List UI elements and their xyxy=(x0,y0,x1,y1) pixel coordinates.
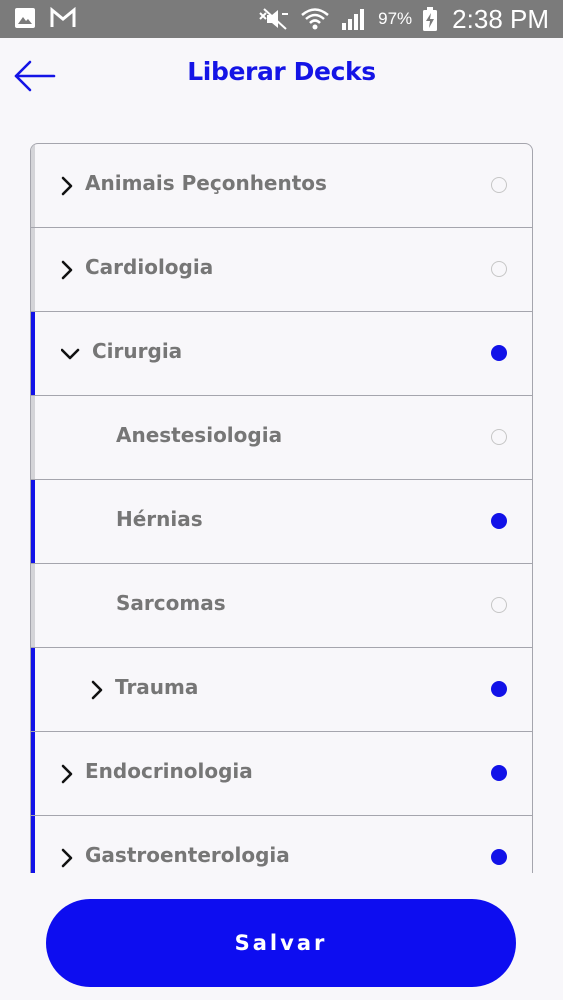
battery-charging-icon xyxy=(423,7,438,31)
chevron-right-icon[interactable] xyxy=(59,259,75,281)
radio-selected-icon[interactable] xyxy=(491,513,507,529)
deck-row-trauma[interactable]: Trauma xyxy=(31,648,532,732)
signal-icon xyxy=(342,9,365,30)
radio-selected-icon[interactable] xyxy=(491,765,507,781)
radio-unselected-icon[interactable] xyxy=(491,597,507,613)
radio-selected-icon[interactable] xyxy=(491,345,507,361)
chevron-right-icon[interactable] xyxy=(59,847,75,869)
deck-label: Gastroenterologia xyxy=(85,843,290,867)
save-button[interactable]: Salvar xyxy=(46,899,516,987)
selection-indicator-bar xyxy=(31,648,35,731)
deck-row-anestesiologia[interactable]: Anestesiologia xyxy=(31,396,532,480)
deck-row-hernias[interactable]: Hérnias xyxy=(31,480,532,564)
radio-unselected-icon[interactable] xyxy=(491,429,507,445)
selection-indicator-bar xyxy=(31,480,35,563)
status-bar-right: 97% 2:38 PM xyxy=(256,0,549,38)
chevron-down-icon[interactable] xyxy=(61,343,81,365)
selection-indicator-bar xyxy=(31,564,35,647)
deck-label: Hérnias xyxy=(116,507,203,531)
deck-label: Animais Peçonhentos xyxy=(85,171,327,195)
selection-indicator-bar xyxy=(31,732,35,815)
deck-label: Cirurgia xyxy=(92,339,183,363)
header: Liberar Decks xyxy=(0,38,563,114)
selection-indicator-bar xyxy=(31,228,35,311)
deck-list[interactable]: Animais Peçonhentos Cardiologia Cirurgia An… xyxy=(30,143,533,873)
radio-unselected-icon[interactable] xyxy=(491,261,507,277)
status-time: 2:38 PM xyxy=(452,3,549,34)
deck-rows: Animais Peçonhentos Cardiologia Cirurgia An… xyxy=(31,144,532,873)
wifi-icon xyxy=(301,8,329,30)
selection-indicator-bar xyxy=(31,144,35,227)
radio-selected-icon[interactable] xyxy=(491,849,507,865)
deck-label: Endocrinologia xyxy=(85,759,253,783)
status-bar: 97% 2:38 PM xyxy=(0,0,563,38)
deck-label: Anestesiologia xyxy=(116,423,283,447)
chevron-right-icon[interactable] xyxy=(59,763,75,785)
deck-row-sarcomas[interactable]: Sarcomas xyxy=(31,564,532,648)
chevron-right-icon[interactable] xyxy=(59,175,75,197)
page-title: Liberar Decks xyxy=(187,57,376,86)
deck-row-cirurgia[interactable]: Cirurgia xyxy=(31,312,532,396)
deck-label: Sarcomas xyxy=(116,591,226,615)
deck-row-gastroenterologia[interactable]: Gastroenterologia xyxy=(31,816,532,873)
mute-icon xyxy=(259,8,289,30)
deck-row-endocrinologia[interactable]: Endocrinologia xyxy=(31,732,532,816)
image-icon xyxy=(15,8,35,28)
radio-selected-icon[interactable] xyxy=(491,681,507,697)
deck-row-animais-peconhentos[interactable]: Animais Peçonhentos xyxy=(31,144,532,228)
selection-indicator-bar xyxy=(31,816,35,873)
battery-percentage: 97% xyxy=(378,9,413,28)
deck-row-cardiologia[interactable]: Cardiologia xyxy=(31,228,532,312)
selection-indicator-bar xyxy=(31,312,35,395)
status-bar-left xyxy=(14,7,76,29)
gmail-icon xyxy=(50,7,76,27)
radio-unselected-icon[interactable] xyxy=(491,177,507,193)
chevron-right-icon[interactable] xyxy=(89,679,105,701)
selection-indicator-bar xyxy=(31,396,35,479)
deck-label: Trauma xyxy=(115,675,199,699)
deck-label: Cardiologia xyxy=(85,255,214,279)
